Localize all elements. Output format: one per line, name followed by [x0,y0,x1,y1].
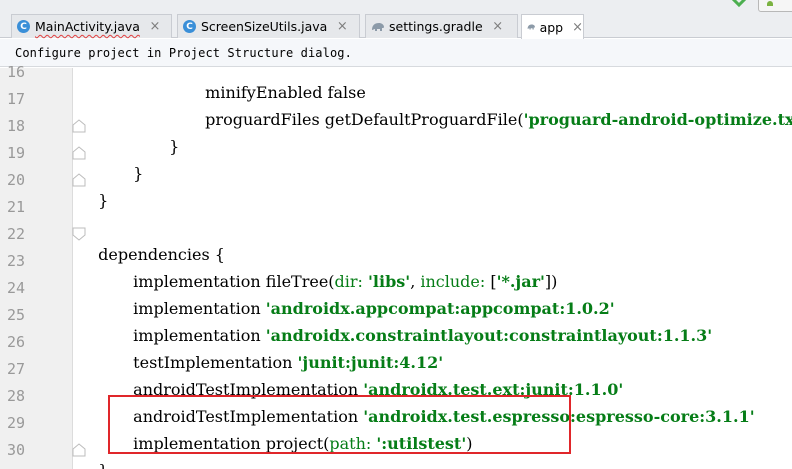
close-icon[interactable]: × [492,19,504,34]
string-literal: 'proguard-android-optimize.txt [523,110,792,129]
line-number: 26 [7,333,26,351]
fold-end-icon[interactable] [72,443,86,457]
close-icon[interactable]: × [572,20,583,35]
fold-start-icon[interactable] [72,227,86,241]
code-text: } [98,191,109,210]
notice-text: Configure project in Project Structure d… [15,46,352,60]
string-literal: ':utilstest' [376,434,467,453]
line-number: 29 [7,414,26,432]
line-number: 27 [7,360,26,378]
line-number: 18 [7,117,26,135]
java-class-icon: C [183,20,196,33]
code-text: } [133,164,144,183]
tab-settings-gradle[interactable]: settings.gradle × [365,14,518,38]
project-structure-notice: Configure project in Project Structure d… [0,39,792,67]
tab-screen-size-utils[interactable]: C ScreenSizeUtils.java × [177,14,360,38]
tab-main-activity[interactable]: C MainActivity.java × [11,14,172,38]
code-line-30[interactable]: } [88,441,108,469]
close-icon[interactable]: × [149,19,161,34]
line-number: 25 [7,306,26,324]
fold-end-icon[interactable] [72,119,86,133]
line-number: 16 [7,63,26,81]
code-line-17[interactable]: proguardFiles getDefaultProguardFile('pr… [195,90,792,130]
line-number: 28 [7,387,26,405]
code-text: } [169,137,180,156]
line-number: 17 [7,90,26,108]
line-number: 21 [7,198,26,216]
code-text: proguardFiles getDefaultProguardFile('pr… [205,110,792,129]
line-number: 20 [7,171,26,189]
line-number: 23 [7,252,26,270]
fold-end-icon[interactable] [72,146,86,160]
line-number: 30 [7,441,26,459]
line-number: 19 [7,144,26,162]
java-class-icon: C [17,20,30,33]
line-number: 24 [7,279,26,297]
tab-label: ScreenSizeUtils.java [201,19,328,34]
line-number: 22 [7,225,26,243]
close-icon[interactable]: × [336,19,348,34]
code-line-29[interactable]: implementation project(path: ':utilstest… [123,414,472,454]
tab-label: MainActivity.java [35,19,140,34]
code-line-18[interactable]: } [159,117,179,157]
tab-label: settings.gradle [389,19,483,34]
code-text: } [98,461,108,469]
parameter-name: path: [329,434,372,453]
run-config-button[interactable] [758,0,792,12]
android-icon [767,1,773,6]
tab-label: app [539,19,564,35]
gradle-elephant-icon [372,22,384,31]
check-icon[interactable] [730,0,752,8]
fold-end-icon[interactable] [72,173,86,187]
code-text: implementation project(path: ':utilstest… [133,434,473,453]
tab-app[interactable]: app × [521,14,584,39]
gradle-elephant-icon [527,24,535,30]
editor-tab-bar: C MainActivity.java × C ScreenSizeUtils.… [0,0,792,39]
code-line-19[interactable]: } [123,144,143,184]
